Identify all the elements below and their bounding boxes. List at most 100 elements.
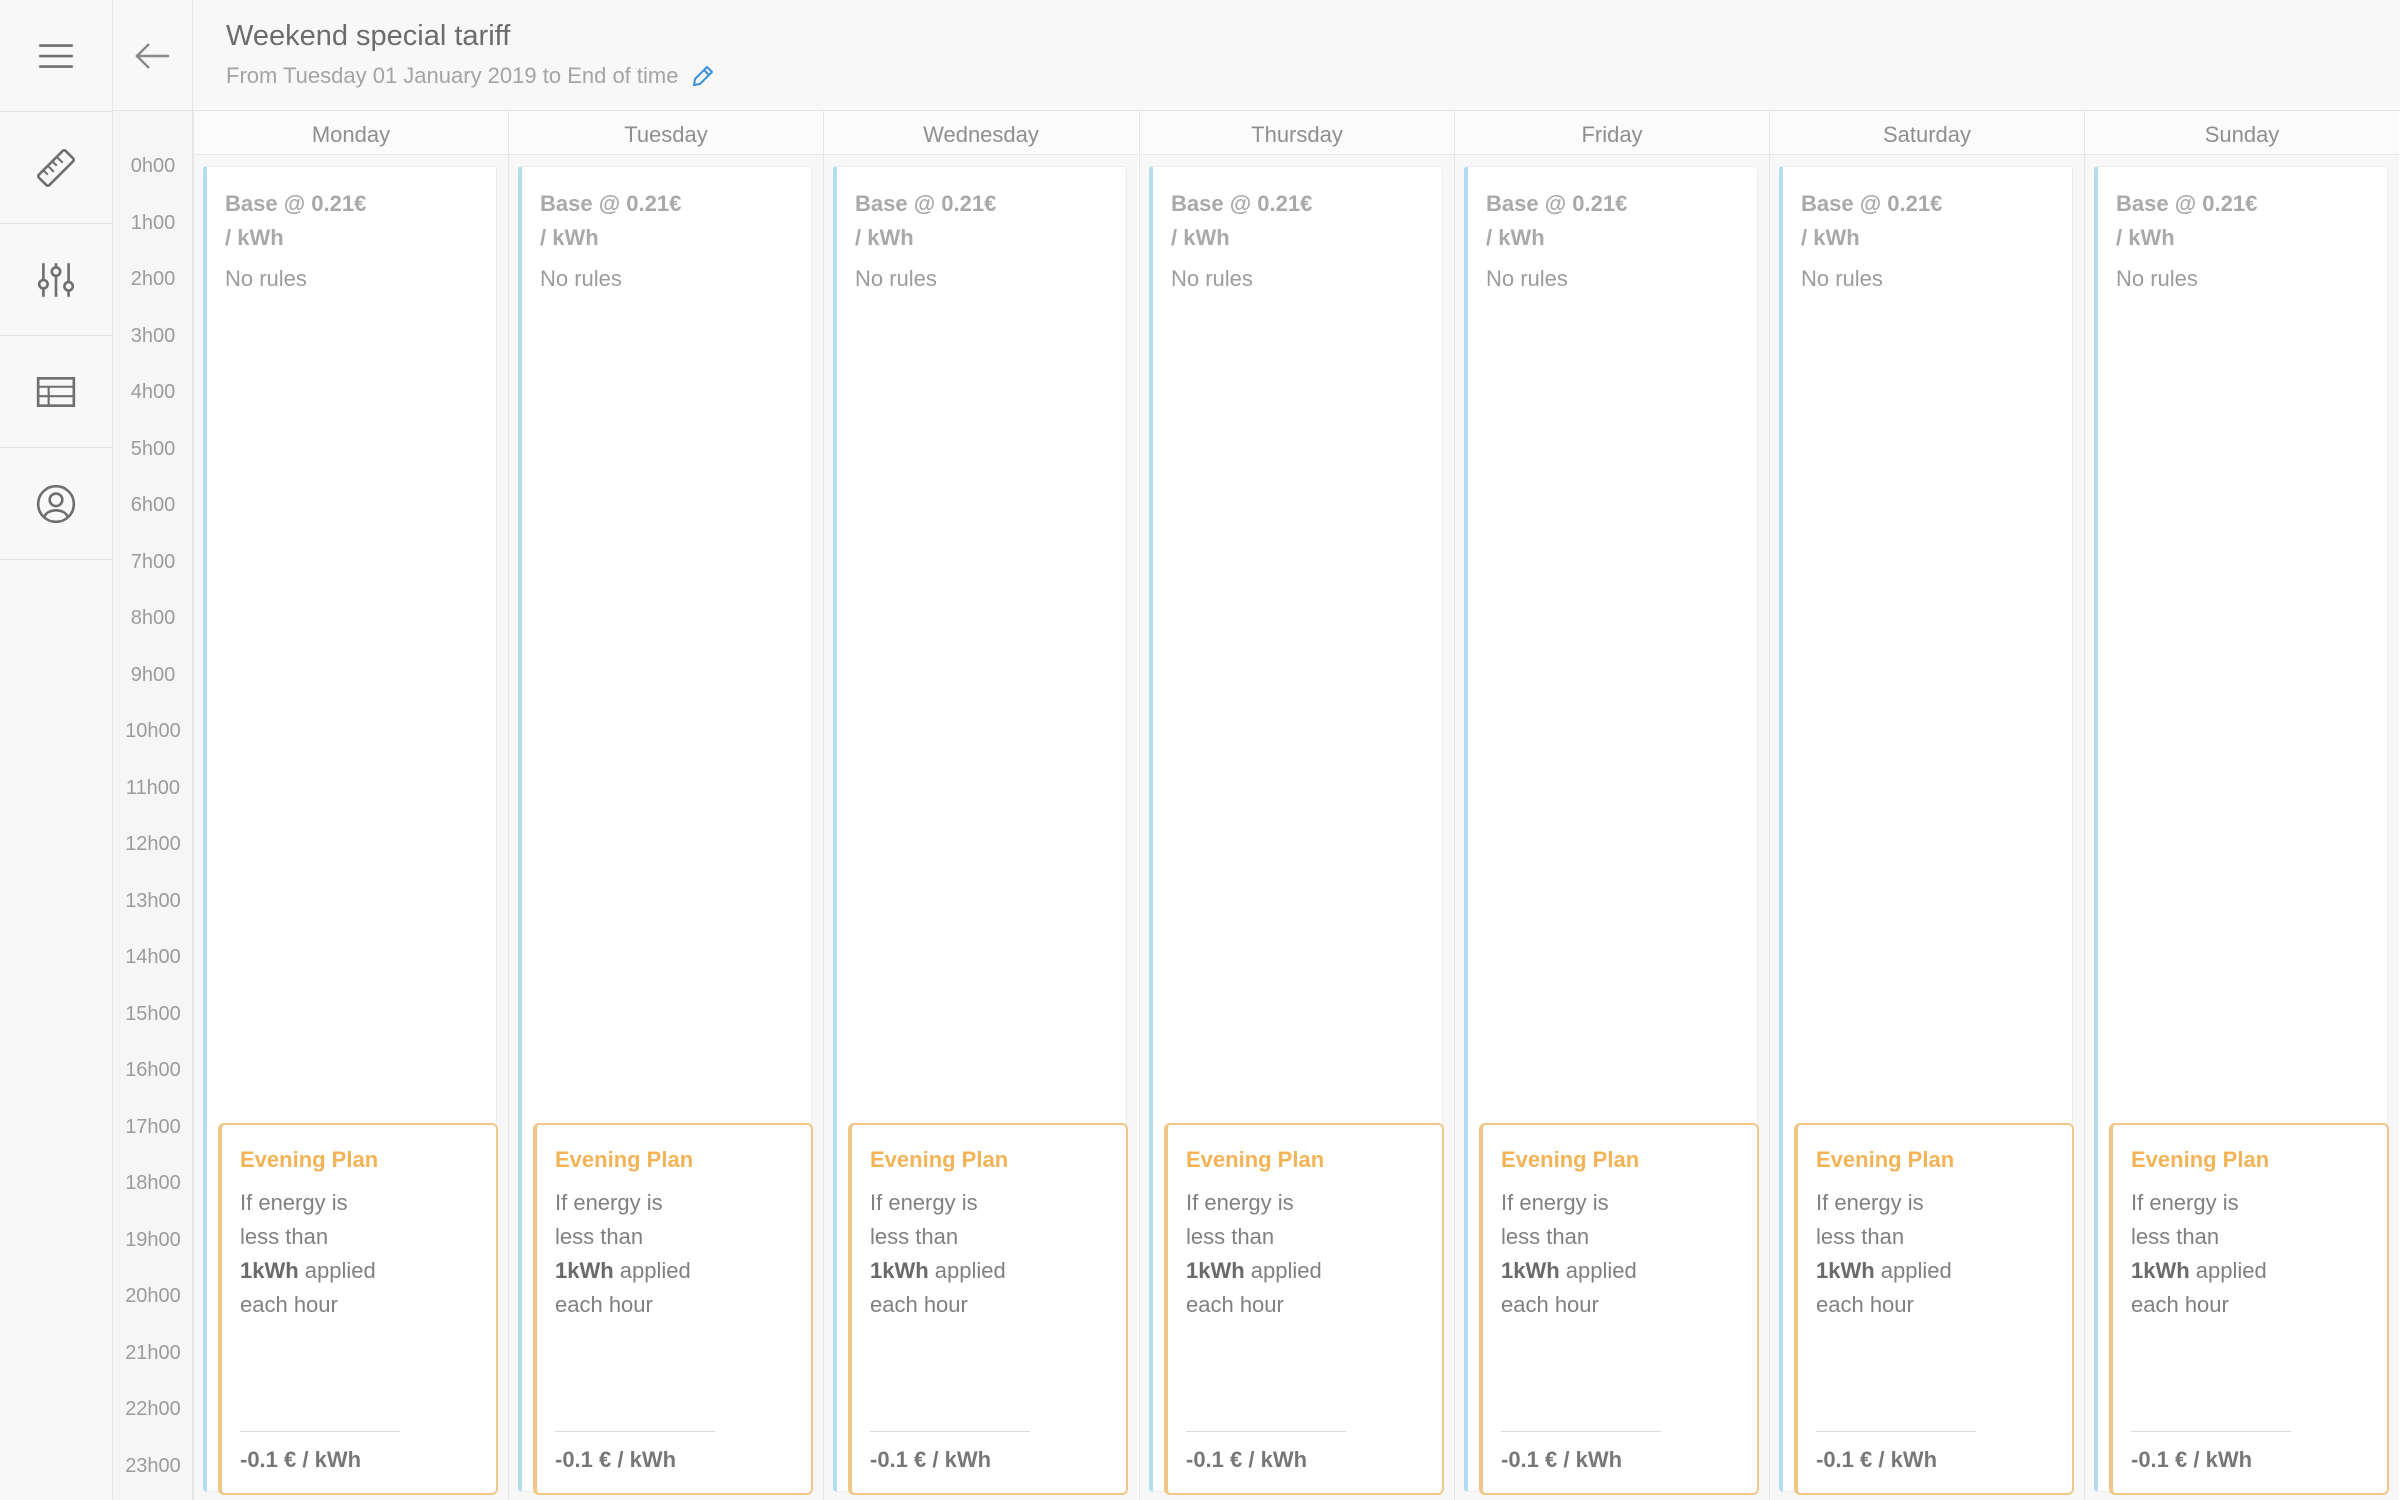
evening-plan-block[interactable]: Evening Plan If energy is less than 1kWh ap… (1794, 1123, 2074, 1495)
base-tariff-name-line2: / kWh (1486, 225, 1545, 250)
day-column: Monday Base @ 0.21€ / kWh No rules Evening P… (193, 111, 508, 1500)
sidebar (0, 0, 113, 1500)
evening-plan-title: Evening Plan (1186, 1147, 1325, 1172)
menu-button[interactable] (0, 0, 112, 112)
evening-plan-block[interactable]: Evening Plan If energy is less than 1kWh ap… (218, 1123, 498, 1495)
base-tariff-rules: No rules (855, 266, 937, 291)
evening-plan-description: If energy is less than 1kWh applied each ho… (555, 1186, 735, 1322)
back-arrow-icon (134, 42, 169, 69)
evening-desc-line4: each hour (1816, 1292, 1914, 1317)
evening-desc-line3: 1kWh applied (2131, 1254, 2311, 1288)
hour-label: 9h00 (130, 663, 176, 686)
evening-plan-description: If energy is less than 1kWh applied each ho… (1816, 1186, 1996, 1322)
evening-desc-applied: applied (1874, 1258, 1952, 1283)
base-tariff-name-line1: Base @ 0.21€ (540, 191, 682, 216)
base-tariff-rules: No rules (2116, 266, 2198, 291)
evening-plan-price: -0.1 € / kWh (1816, 1447, 1938, 1472)
evening-desc-line1: If energy is (1816, 1190, 1924, 1215)
evening-desc-applied: applied (1559, 1258, 1637, 1283)
evening-plan-divider (555, 1431, 715, 1432)
back-button[interactable] (113, 0, 193, 111)
day-header: Saturday (1770, 111, 2084, 155)
evening-desc-line2: less than (870, 1224, 959, 1249)
evening-desc-threshold: 1kWh (1186, 1258, 1245, 1283)
day-header: Friday (1455, 111, 1769, 155)
evening-desc-line2: less than (555, 1224, 644, 1249)
evening-plan-block[interactable]: Evening Plan If energy is less than 1kWh ap… (2109, 1123, 2389, 1495)
base-tariff-name: Base @ 0.21€ / kWh (1171, 187, 1341, 255)
evening-plan-title: Evening Plan (870, 1147, 1009, 1172)
evening-desc-threshold: 1kWh (1501, 1258, 1560, 1283)
evening-plan-divider (240, 1431, 400, 1432)
evening-desc-line2: less than (2131, 1224, 2220, 1249)
evening-desc-line1: If energy is (870, 1190, 978, 1215)
hour-label: 7h00 (130, 550, 176, 573)
base-tariff-name: Base @ 0.21€ / kWh (1801, 187, 1971, 255)
day-header: Wednesday (824, 111, 1138, 155)
sidebar-item-account[interactable] (0, 448, 112, 560)
evening-plan-title: Evening Plan (1501, 1147, 1640, 1172)
page-header: Weekend special tariff From Tuesday 01 J… (113, 0, 2400, 111)
evening-plan-title: Evening Plan (240, 1147, 379, 1172)
day-column: Friday Base @ 0.21€ / kWh No rules Evening P… (1454, 111, 1769, 1500)
base-tariff-name-line2: / kWh (1801, 225, 1860, 250)
sidebar-item-measure[interactable] (0, 112, 112, 224)
evening-desc-line2: less than (1186, 1224, 1275, 1249)
user-circle-icon (36, 484, 76, 523)
base-tariff-rules: No rules (1171, 266, 1253, 291)
evening-plan-price: -0.1 € / kWh (240, 1447, 362, 1472)
evening-plan-block[interactable]: Evening Plan If energy is less than 1kWh ap… (533, 1123, 813, 1495)
hour-label: 18h00 (125, 1172, 181, 1194)
base-tariff-rules: No rules (1801, 266, 1883, 291)
base-tariff-name-line1: Base @ 0.21€ (1801, 191, 1943, 216)
evening-desc-applied: applied (2189, 1258, 2267, 1283)
hour-label: 5h00 (130, 437, 176, 460)
evening-desc-line3: 1kWh applied (870, 1254, 1050, 1288)
base-tariff-name: Base @ 0.21€ / kWh (540, 187, 710, 255)
evening-desc-threshold: 1kWh (1816, 1258, 1875, 1283)
day-column: Sunday Base @ 0.21€ / kWh No rules Evening P… (2084, 111, 2399, 1500)
hour-label: 0h00 (130, 155, 176, 177)
hour-label: 17h00 (125, 1115, 181, 1138)
evening-plan-block[interactable]: Evening Plan If energy is less than 1kWh ap… (1479, 1123, 1759, 1495)
evening-plan-block[interactable]: Evening Plan If energy is less than 1kWh ap… (848, 1123, 1128, 1495)
day-header: Thursday (1140, 111, 1454, 155)
base-tariff-name-line2: / kWh (225, 225, 284, 250)
evening-desc-applied: applied (613, 1258, 691, 1283)
evening-desc-line3: 1kWh applied (1501, 1254, 1681, 1288)
base-tariff-name-line1: Base @ 0.21€ (2116, 191, 2258, 216)
evening-plan-block[interactable]: Evening Plan If energy is less than 1kWh ap… (1164, 1123, 1444, 1495)
evening-desc-line2: less than (240, 1224, 329, 1249)
day-header: Tuesday (509, 111, 823, 155)
sliders-icon (37, 262, 75, 297)
hour-label: 2h00 (130, 268, 176, 290)
day-column: Wednesday Base @ 0.21€ / kWh No rules Evenin… (823, 111, 1138, 1500)
evening-plan-divider (1816, 1431, 1976, 1432)
base-tariff-name: Base @ 0.21€ / kWh (225, 187, 395, 255)
evening-plan-description: If energy is less than 1kWh applied each ho… (1186, 1186, 1366, 1322)
evening-desc-line4: each hour (1186, 1292, 1284, 1317)
hour-label: 12h00 (125, 833, 181, 855)
hour-label: 19h00 (125, 1228, 181, 1251)
evening-plan-description: If energy is less than 1kWh applied each ho… (2131, 1186, 2311, 1322)
base-tariff-name: Base @ 0.21€ / kWh (855, 187, 1025, 255)
evening-desc-line4: each hour (2131, 1292, 2229, 1317)
base-tariff-name-line2: / kWh (1171, 225, 1230, 250)
evening-desc-line3: 1kWh applied (240, 1254, 420, 1288)
base-tariff-rules: No rules (540, 266, 622, 291)
evening-plan-price: -0.1 € / kWh (1186, 1447, 1308, 1472)
base-tariff-name-line1: Base @ 0.21€ (855, 191, 997, 216)
day-column: Thursday Base @ 0.21€ / kWh No rules Evening… (1139, 111, 1454, 1500)
table-icon (36, 376, 76, 407)
evening-desc-threshold: 1kWh (240, 1258, 299, 1283)
base-tariff-name-line1: Base @ 0.21€ (1171, 191, 1313, 216)
hour-label: 22h00 (125, 1398, 181, 1420)
date-range-text: From Tuesday 01 January 2019 to End of t… (226, 63, 679, 88)
evening-plan-divider (2131, 1431, 2291, 1432)
sidebar-item-tables[interactable] (0, 336, 112, 448)
evening-desc-threshold: 1kWh (870, 1258, 929, 1283)
pencil-icon[interactable] (690, 63, 716, 89)
sidebar-item-settings[interactable] (0, 224, 112, 336)
hour-label: 6h00 (130, 494, 176, 516)
hour-label: 4h00 (130, 381, 176, 403)
